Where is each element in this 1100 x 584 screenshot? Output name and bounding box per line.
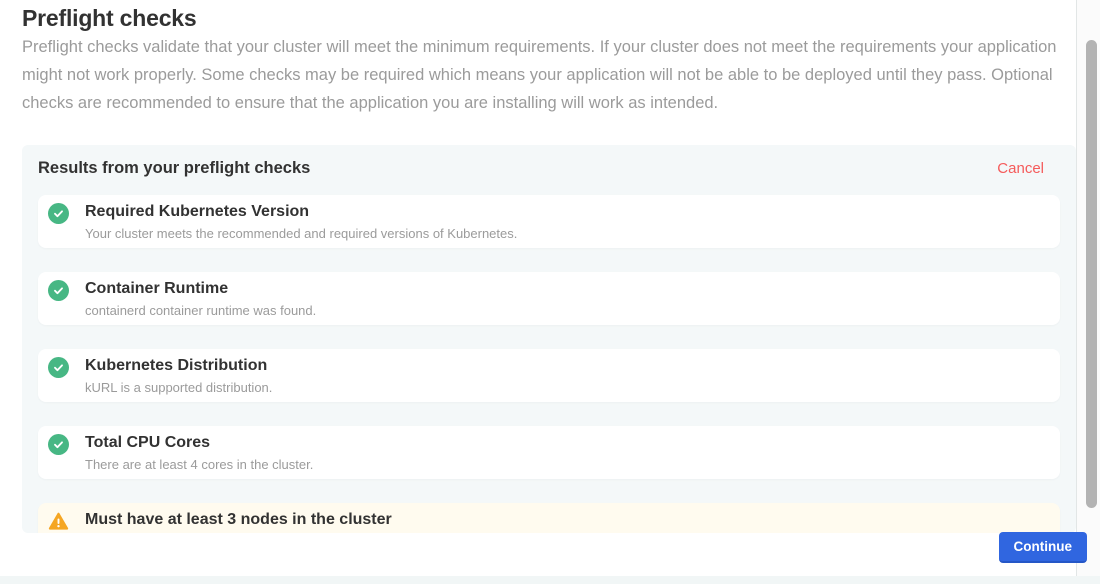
scrollbar-thumb[interactable] — [1086, 40, 1097, 508]
check-title: Total CPU Cores — [85, 433, 313, 453]
check-circle-icon — [48, 203, 69, 224]
check-row-node-count-warning: Must have at least 3 nodes in the cluste… — [38, 503, 1060, 533]
preflight-results-panel: Results from your preflight checks Cance… — [22, 145, 1076, 533]
check-circle-icon — [48, 357, 69, 378]
results-panel-header: Results from your preflight checks Cance… — [38, 159, 1060, 178]
check-title: Kubernetes Distribution — [85, 356, 272, 376]
check-message: Your cluster meets the recommended and r… — [85, 226, 517, 242]
page-description: Preflight checks validate that your clus… — [22, 33, 1070, 117]
check-row-required-kubernetes-version: Required Kubernetes Version Your cluster… — [38, 195, 1060, 248]
continue-button[interactable]: Continue — [999, 532, 1088, 563]
check-message: containerd container runtime was found. — [85, 303, 316, 319]
check-row-total-cpu-cores: Total CPU Cores There are at least 4 cor… — [38, 426, 1060, 479]
check-circle-icon — [48, 434, 69, 455]
bottom-edge-strip — [0, 576, 1100, 584]
check-title: Must have at least 3 nodes in the cluste… — [85, 510, 392, 530]
check-row-container-runtime: Container Runtime containerd container r… — [38, 272, 1060, 325]
results-panel-title: Results from your preflight checks — [38, 159, 310, 178]
check-title: Required Kubernetes Version — [85, 202, 517, 222]
cancel-link[interactable]: Cancel — [997, 160, 1044, 177]
check-message: kURL is a supported distribution. — [85, 380, 272, 396]
check-message: There are at least 4 cores in the cluste… — [85, 457, 313, 473]
scrollbar-track — [1076, 0, 1100, 584]
check-row-kubernetes-distribution: Kubernetes Distribution kURL is a suppor… — [38, 349, 1060, 402]
check-circle-icon — [48, 280, 69, 301]
warning-triangle-icon — [48, 511, 69, 532]
check-title: Container Runtime — [85, 279, 316, 299]
page-title: Preflight checks — [22, 5, 196, 32]
